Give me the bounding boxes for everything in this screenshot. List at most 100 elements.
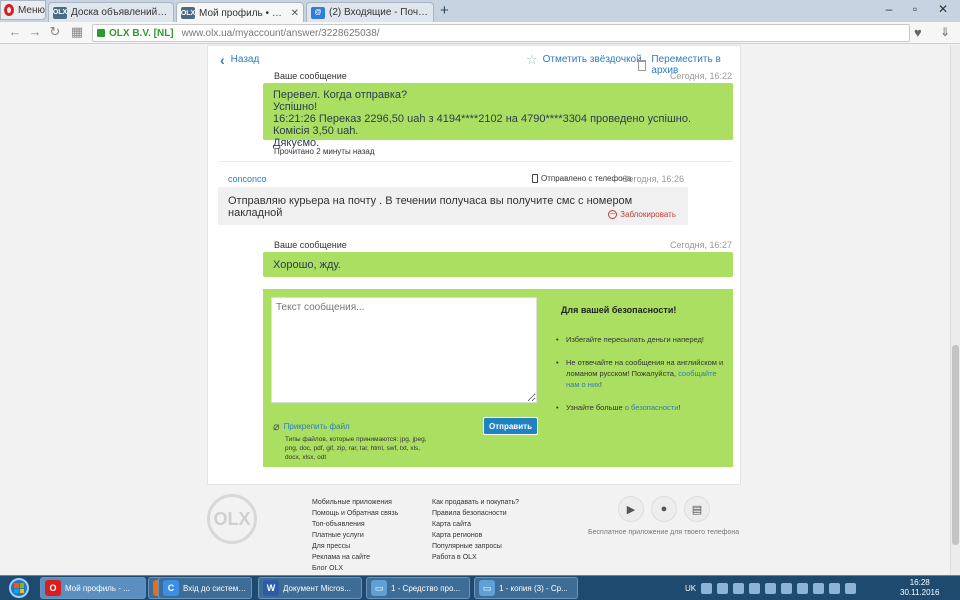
security-tips: Для вашей безопасности! Избегайте пересы…: [551, 301, 726, 425]
close-tab-icon[interactable]: ✕: [291, 8, 299, 19]
file-types-note: Типы файлов, которые принимаются: jpg, j…: [285, 436, 427, 461]
speed-dial-icon[interactable]: ▦: [68, 24, 86, 40]
footer-link[interactable]: Топ-объявления: [312, 519, 398, 530]
sent-from-phone: Отправлено с телефона: [532, 174, 631, 183]
taskbar-item-label: 1 - копия (3) - Ср...: [499, 583, 568, 593]
tab-label: Мой профиль • OLX.ua: [199, 7, 287, 19]
attach-file-link[interactable]: ⌀ Прикрепить файл: [273, 420, 350, 433]
tray-app-icon[interactable]: [717, 582, 729, 594]
footer-links-col-2: Как продавать и покупать? Правила безопа…: [432, 497, 519, 563]
footer-link[interactable]: Карта сайта: [432, 519, 519, 530]
windows-logo-icon: [9, 578, 29, 598]
footer-link[interactable]: Для прессы: [312, 541, 398, 552]
read-status: Прочитано 2 минуты назад: [274, 147, 375, 156]
message-input[interactable]: [271, 297, 537, 403]
block-label: Заблокировать: [620, 210, 676, 219]
scrollbar-thumb[interactable]: [952, 345, 959, 545]
download-icon[interactable]: ⇓: [940, 25, 950, 39]
page-viewport: ‹ Назад ☆ Отметить звёздочкой Переместит…: [0, 45, 950, 575]
taskbar-item-chrome[interactable]: C Вхід до системи - ...: [158, 577, 252, 599]
maximize-icon[interactable]: ▫: [902, 0, 928, 18]
new-tab-button[interactable]: +: [440, 3, 449, 19]
secure-site-label: OLX B.V. [NL]: [109, 27, 174, 39]
taskbar-item-label: Мой профиль - ...: [65, 583, 130, 593]
close-window-icon[interactable]: ✕: [930, 0, 956, 18]
minimize-icon[interactable]: –: [876, 0, 902, 18]
message-author: Ваше сообщение: [274, 240, 347, 250]
power-icon[interactable]: [845, 582, 857, 594]
back-link[interactable]: ‹ Назад: [220, 51, 260, 68]
star-label: Отметить звёздочкой: [542, 54, 642, 65]
windows-store-icon[interactable]: ▤: [684, 496, 710, 522]
start-button[interactable]: [2, 576, 36, 600]
back-label: Назад: [230, 54, 260, 65]
footer-link[interactable]: Карта регионов: [432, 530, 519, 541]
app-promo-text: Бесплатное приложение для твоего телефон…: [588, 529, 740, 536]
google-play-icon[interactable]: ▶: [618, 496, 644, 522]
tab-olx-board[interactable]: OLX Доска объявлений OLX, ру: [48, 2, 174, 22]
sent-from-phone-label: Отправлено с телефона: [541, 174, 632, 183]
incoming-message-text: Отправляю курьера на почту . В течении п…: [228, 195, 633, 219]
address-bar-row: ← → ↻ ▦ OLX B.V. [NL] www.olx.ua/myaccou…: [0, 22, 960, 44]
chevron-left-icon: ‹: [220, 51, 225, 68]
message-time: Сегодня, 16:27: [670, 240, 733, 250]
taskbar-item-photo-viewer-2[interactable]: ▭ 1 - копия (3) - Ср...: [474, 577, 578, 599]
tray-app-icon[interactable]: [733, 582, 745, 594]
conversation-toolbar: ‹ Назад ☆ Отметить звёздочкой Переместит…: [208, 46, 742, 77]
conversation-panel: ‹ Назад ☆ Отметить звёздочкой Переместит…: [207, 45, 741, 485]
divider: [218, 161, 732, 162]
tray-clock[interactable]: 16:28 30.11.2016: [900, 578, 939, 598]
footer-link[interactable]: Платные услуги: [312, 530, 398, 541]
mail-favicon-icon: @: [311, 6, 325, 19]
reload-icon[interactable]: ↻: [46, 24, 64, 40]
page-scrollbar[interactable]: [950, 45, 960, 575]
back-arrow-icon[interactable]: ←: [6, 24, 24, 39]
tray-app-icon[interactable]: [749, 582, 761, 594]
network-icon[interactable]: [797, 582, 809, 594]
flag-icon[interactable]: [829, 582, 841, 594]
safety-info-link[interactable]: о безопасности: [625, 403, 679, 412]
language-indicator[interactable]: UK: [685, 584, 696, 593]
footer-link[interactable]: Мобильные приложения: [312, 497, 398, 508]
tray-app-icon[interactable]: [781, 582, 793, 594]
tray-app-icon[interactable]: [701, 582, 713, 594]
footer-link[interactable]: Блог OLX: [312, 563, 398, 574]
lock-icon: [97, 29, 105, 37]
message-line: Хорошо, жду.: [273, 259, 341, 271]
bookmark-heart-icon[interactable]: ♥: [914, 25, 922, 40]
send-button[interactable]: Отправить: [483, 417, 538, 435]
block-icon: —: [608, 210, 618, 219]
footer-link[interactable]: Помощь и Обратная связь: [312, 508, 398, 519]
tab-my-profile[interactable]: OLX Мой профиль • OLX.ua ✕: [176, 2, 304, 23]
footer-link[interactable]: Популярные запросы: [432, 541, 519, 552]
message-time: Сегодня, 16:22: [670, 71, 733, 81]
taskbar-item-photo-viewer-1[interactable]: ▭ 1 - Средство про...: [366, 577, 470, 599]
reply-composer: ⌀ Прикрепить файл Типы файлов, которые п…: [263, 289, 733, 467]
footer-link[interactable]: Как продавать и покупать?: [432, 497, 519, 508]
tab-mail-inbox[interactable]: @ (2) Входящие - Почта Ма: [306, 2, 434, 22]
forward-arrow-icon[interactable]: →: [26, 24, 44, 39]
paperclip-icon: ⌀: [273, 421, 280, 433]
block-user-link[interactable]: — Заблокировать: [608, 210, 676, 219]
attach-label: Прикрепить файл: [283, 422, 350, 431]
sender-name-link[interactable]: conconco: [228, 174, 267, 184]
photo-viewer-icon: ▭: [371, 580, 387, 596]
footer-link[interactable]: Работа в OLX: [432, 552, 519, 563]
photo-viewer-icon: ▭: [479, 580, 495, 596]
punctuation: !: [599, 380, 602, 389]
olx-favicon-icon: OLX: [181, 7, 195, 19]
volume-icon[interactable]: [813, 582, 825, 594]
opera-logo-icon: [4, 4, 14, 16]
apple-store-icon[interactable]: ●: [651, 496, 677, 522]
footer-link[interactable]: Правила безопасности: [432, 508, 519, 519]
message-time: Сегодня, 16:26: [622, 174, 685, 184]
browser-menu-button[interactable]: Меню: [0, 0, 46, 20]
footer-link[interactable]: Реклама на сайте: [312, 552, 398, 563]
tray-app-icon[interactable]: [765, 582, 777, 594]
taskbar-item-opera[interactable]: O Мой профиль - ...: [40, 577, 146, 599]
star-link[interactable]: ☆ Отметить звёздочкой: [526, 53, 642, 66]
url-field[interactable]: OLX B.V. [NL] www.olx.ua/myaccount/answe…: [92, 24, 910, 42]
chrome-icon: C: [163, 580, 179, 596]
taskbar-item-label: Документ Micros...: [283, 583, 351, 593]
taskbar-item-word[interactable]: W Документ Micros...: [258, 577, 362, 599]
